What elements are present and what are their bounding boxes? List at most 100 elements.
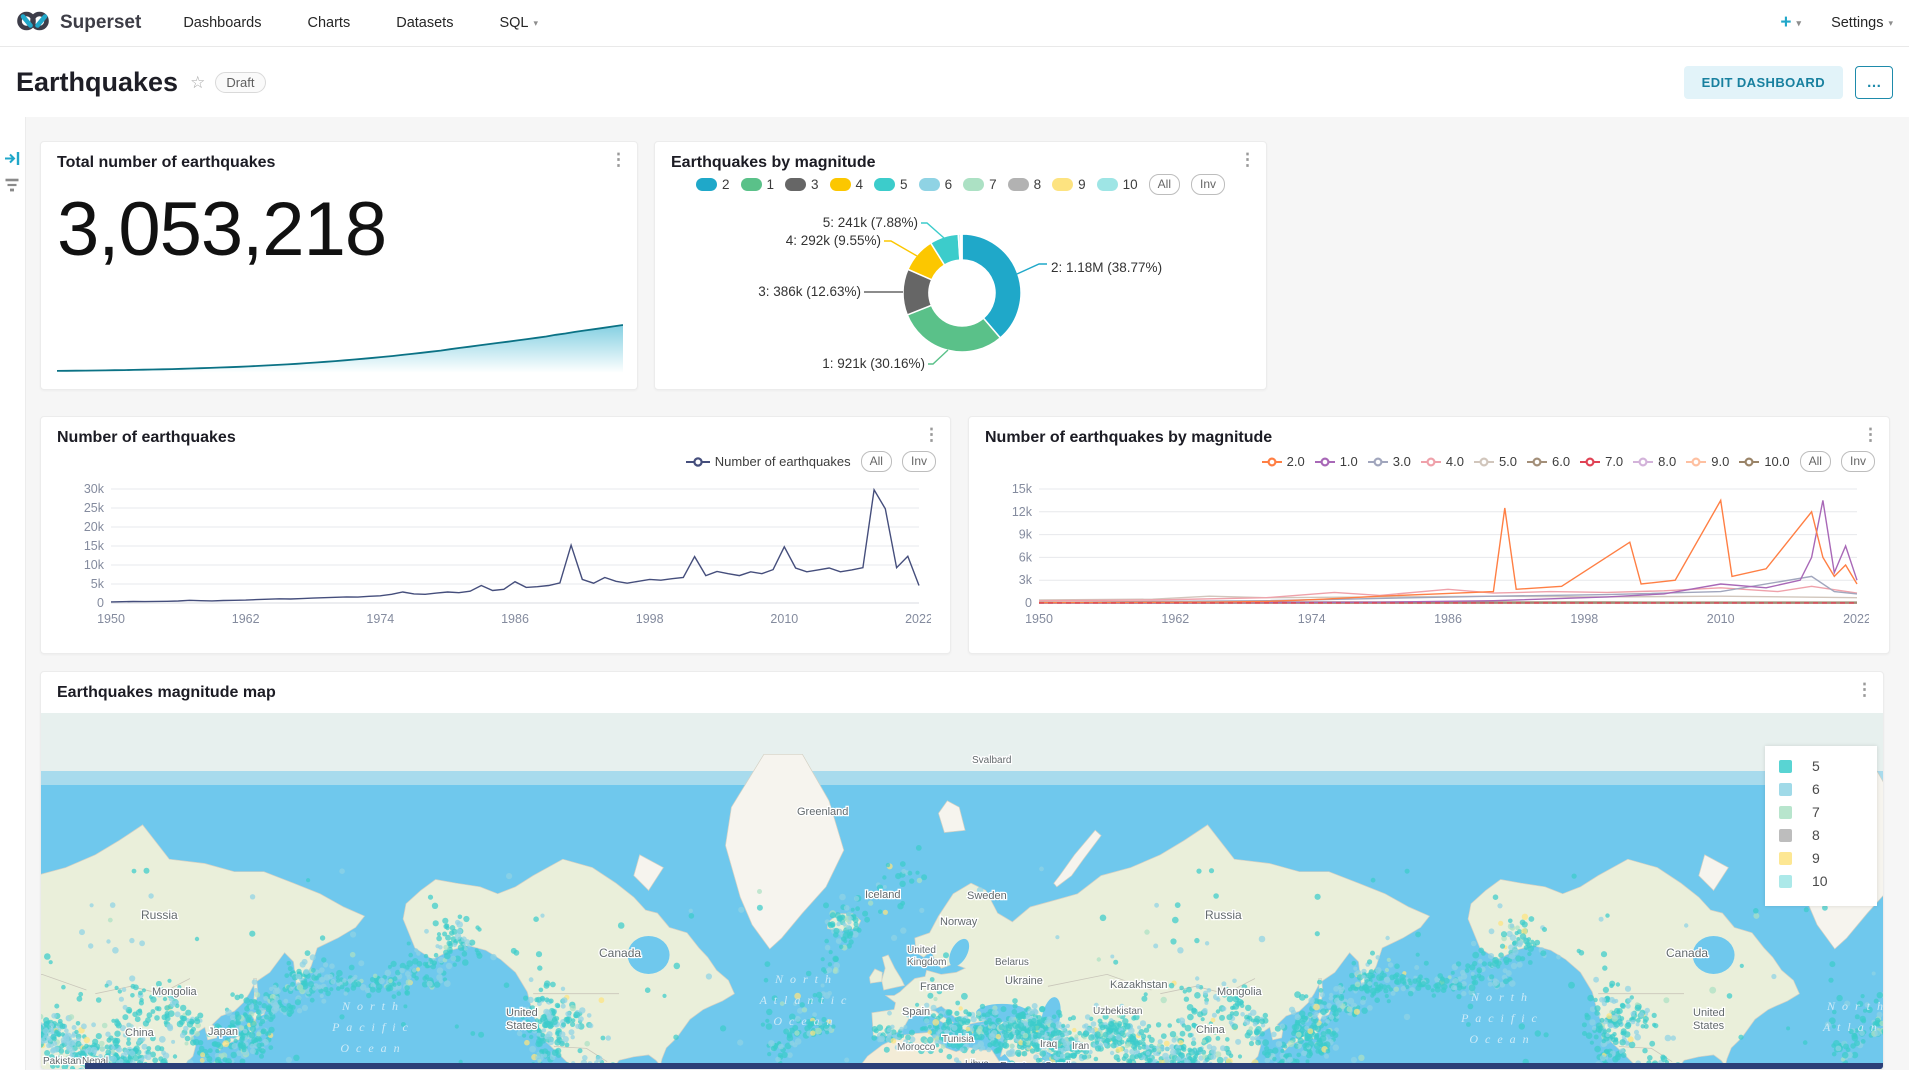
ocean-label: P a c i f i c: [1460, 1011, 1539, 1025]
map-legend-item-7[interactable]: 7: [1779, 804, 1865, 820]
svg-text:2010: 2010: [770, 612, 798, 626]
legend-item-1.0[interactable]: 1.0: [1315, 454, 1358, 469]
map-label: Kingdom: [907, 957, 946, 968]
legend-item-5.0[interactable]: 5.0: [1474, 454, 1517, 469]
map-label: Ukraine: [1005, 975, 1043, 987]
donut-chart[interactable]: 2: 1.18M (38.77%)1: 921k (30.16%)3: 386k…: [655, 194, 1268, 391]
map-label: Mongolia: [1217, 986, 1263, 998]
edit-dashboard-button[interactable]: EDIT DASHBOARD: [1684, 66, 1843, 99]
chevron-down-icon: ▾: [1888, 18, 1893, 29]
superset-logo-icon: [16, 9, 52, 38]
all-button[interactable]: All: [1149, 174, 1180, 195]
kebab-menu-icon[interactable]: ⋮: [1239, 150, 1256, 170]
map-legend-item-10[interactable]: 10: [1779, 873, 1865, 889]
ocean-label: O c e a n: [1469, 1032, 1530, 1046]
legend-item-4[interactable]: 4: [830, 177, 864, 192]
series-1.0: [1039, 500, 1857, 602]
ocean-label: N o r t h: [1470, 990, 1529, 1004]
line-chart[interactable]: 03k6k9k12k15k195019621974198619982010202…: [991, 479, 1869, 629]
inv-button[interactable]: Inv: [902, 451, 936, 472]
ocean-label: P a c i f i c: [331, 1020, 410, 1034]
nav-menu: Dashboards Charts Datasets SQL▾: [183, 15, 538, 31]
legend-swatch: [785, 178, 806, 191]
svg-text:1950: 1950: [97, 612, 125, 626]
ocean-label: A t l a n t: [1822, 1020, 1883, 1034]
map-label: Tunisia: [942, 1034, 974, 1045]
svg-text:20k: 20k: [84, 520, 105, 534]
map-label: Russia: [1205, 908, 1242, 922]
kebab-menu-icon[interactable]: ⋮: [1856, 680, 1873, 700]
map-label: Norway: [940, 916, 978, 928]
legend-item-9[interactable]: 9: [1052, 177, 1086, 192]
svg-text:1998: 1998: [636, 612, 664, 626]
svg-text:9k: 9k: [1019, 528, 1033, 542]
legend-item-3.0[interactable]: 3.0: [1368, 454, 1411, 469]
legend-item-5[interactable]: 5: [874, 177, 908, 192]
all-button[interactable]: All: [1800, 451, 1831, 472]
superset-brand[interactable]: Superset: [16, 9, 141, 38]
svg-text:0: 0: [1025, 596, 1032, 610]
kebab-menu-icon[interactable]: ⋮: [923, 425, 940, 445]
legend-item-3[interactable]: 3: [785, 177, 819, 192]
legend-swatch: [696, 178, 717, 191]
legend-swatch: [1008, 178, 1029, 191]
legend-item-10.0[interactable]: 10.0: [1739, 454, 1789, 469]
navbar: Superset Dashboards Charts Datasets SQL▾ +▾…: [0, 0, 1909, 47]
legend-swatch: [1052, 178, 1073, 191]
chart-title: Earthquakes magnitude map: [57, 684, 276, 702]
donut-label-4: 4: 292k (9.55%): [786, 233, 881, 248]
legend-item-4.0[interactable]: 4.0: [1421, 454, 1464, 469]
settings-menu[interactable]: Settings▾: [1831, 15, 1893, 31]
filter-icon[interactable]: [4, 177, 21, 195]
chart-title: Number of earthquakes by magnitude: [985, 429, 1272, 447]
map-label: Canada: [1666, 946, 1708, 960]
map-label: Svalbard: [972, 755, 1011, 766]
legend-item-7[interactable]: 7: [963, 177, 997, 192]
more-options-button[interactable]: …: [1855, 66, 1893, 99]
legend-item-8.0[interactable]: 8.0: [1633, 454, 1676, 469]
nav-item-charts[interactable]: Charts: [308, 15, 351, 31]
legend-item-number-of-earthquakes[interactable]: Number of earthquakes: [686, 454, 851, 469]
all-button[interactable]: All: [861, 451, 892, 472]
svg-text:25k: 25k: [84, 501, 105, 515]
legend-item-6[interactable]: 6: [919, 177, 953, 192]
line-chart[interactable]: 05k10k15k20k25k30k1950196219741986199820…: [63, 479, 931, 629]
nav-right: +▾ Settings▾: [1780, 12, 1893, 34]
nav-item-datasets[interactable]: Datasets: [396, 15, 453, 31]
chart-title: Number of earthquakes: [57, 429, 236, 447]
ocean-label: N o r t h: [774, 972, 833, 986]
legend-swatch: [919, 178, 940, 191]
donut-label-2: 2: 1.18M (38.77%): [1051, 260, 1162, 275]
svg-text:12k: 12k: [1012, 505, 1033, 519]
series-2.0: [1039, 500, 1857, 602]
new-item-button[interactable]: +▾: [1780, 12, 1801, 34]
legend-item-6.0[interactable]: 6.0: [1527, 454, 1570, 469]
svg-text:0: 0: [97, 596, 104, 610]
world-map[interactable]: SvalbardGreenlandIcelandSwedenNorwayRuss…: [41, 713, 1883, 1070]
donut-label-1: 1: 921k (30.16%): [822, 356, 925, 371]
svg-text:6k: 6k: [1019, 550, 1033, 564]
map-legend-item-6[interactable]: 6: [1779, 781, 1865, 797]
kebab-menu-icon[interactable]: ⋮: [610, 150, 627, 170]
legend-item-2.0[interactable]: 2.0: [1262, 454, 1305, 469]
map-legend-item-9[interactable]: 9: [1779, 850, 1865, 866]
kebab-menu-icon[interactable]: ⋮: [1862, 425, 1879, 445]
legend-item-9.0[interactable]: 9.0: [1686, 454, 1729, 469]
nav-item-sql[interactable]: SQL▾: [499, 15, 538, 31]
expand-filters-icon[interactable]: [4, 150, 21, 167]
donut-slice-1: [907, 305, 1000, 352]
legend-item-7.0[interactable]: 7.0: [1580, 454, 1623, 469]
favorite-star-icon[interactable]: ☆: [190, 73, 205, 93]
legend-item-2[interactable]: 2: [696, 177, 730, 192]
map-label: Morocco: [897, 1042, 936, 1053]
map-legend-item-5[interactable]: 5: [1779, 758, 1865, 774]
legend-item-10[interactable]: 10: [1097, 177, 1138, 192]
inv-button[interactable]: Inv: [1841, 451, 1875, 472]
legend-item-8[interactable]: 8: [1008, 177, 1042, 192]
map-legend-item-8[interactable]: 8: [1779, 827, 1865, 843]
nav-item-dashboards[interactable]: Dashboards: [183, 15, 261, 31]
legend-swatch: [1097, 178, 1118, 191]
inv-button[interactable]: Inv: [1191, 174, 1225, 195]
legend-item-1[interactable]: 1: [741, 177, 775, 192]
donut-chart-card: Earthquakes by magnitude ⋮ 21345678910Al…: [654, 141, 1267, 390]
